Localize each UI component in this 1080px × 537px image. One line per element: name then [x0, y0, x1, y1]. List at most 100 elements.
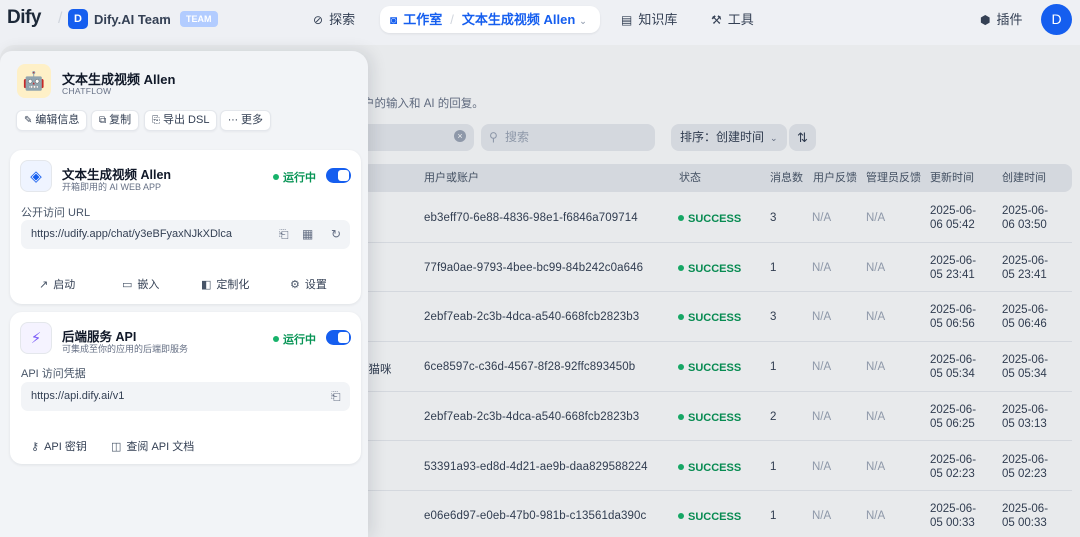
sort-direction-button[interactable]: ⇅	[789, 124, 816, 151]
launch-label: 启动	[53, 279, 76, 291]
status-text: SUCCESS	[688, 312, 742, 325]
message-count-cell: 3	[770, 311, 777, 324]
created-time: 05 00:33	[1002, 517, 1047, 530]
status-text: SUCCESS	[688, 461, 742, 474]
created-time: 05 06:46	[1002, 318, 1047, 331]
table-row[interactable]: eb3eff70-6e88-4836-98e1-f6846a709714 SUCC…	[362, 193, 1072, 243]
user-feedback-cell: N/A	[812, 212, 832, 224]
updated-time-cell: 2025-06- 06 05:42	[930, 204, 976, 232]
status-text: SUCCESS	[688, 411, 742, 424]
edit-info-button[interactable]: ✎ 编辑信息	[16, 110, 88, 131]
user-feedback-cell: N/A	[812, 311, 832, 324]
user-feedback-cell: N/A	[812, 361, 832, 374]
status-dot	[678, 364, 684, 371]
current-app-selector[interactable]: 文本生成视频 Allen	[462, 12, 575, 27]
clipboard-icon[interactable]: ⎗	[331, 382, 341, 411]
user-avatar[interactable]: D	[1041, 4, 1072, 35]
customize-button[interactable]: ◧ 定制化	[201, 276, 249, 292]
public-url-field[interactable]: https://udify.app/chat/y3eBFyaxNJkXDlca …	[21, 220, 350, 249]
admin-feedback-cell: N/A	[866, 311, 886, 324]
ellipsis-icon: ⋯	[228, 115, 238, 126]
created-time: 05 03:13	[1002, 417, 1047, 430]
status-dot	[678, 314, 684, 321]
created-time-cell: 2025-06- 05 03:13	[1002, 403, 1048, 431]
api-credentials-label: API 访问凭据	[21, 368, 86, 380]
more-button[interactable]: ⋯ 更多	[220, 110, 271, 131]
table-row[interactable]: 2ebf7eab-2c3b-4dca-a540-668fcb2823b3 SUCC…	[362, 292, 1072, 343]
updated-time-cell: 2025-06- 05 00:33	[930, 502, 976, 530]
updated-date: 2025-06-	[930, 304, 977, 317]
table-row[interactable]: 2ebf7eab-2c3b-4dca-a540-668fcb2823b3 SUCC…	[362, 392, 1072, 442]
nav-plugins[interactable]: ⬢ 插件	[980, 6, 1023, 33]
cube-icon: ◈	[20, 160, 52, 192]
duplicate-button[interactable]: ⧉ 复制	[91, 110, 140, 131]
settings-button[interactable]: ⚙ 设置	[290, 276, 327, 292]
export-dsl-label: 导出 DSL	[163, 114, 210, 126]
api-docs-label: 查阅 API 文档	[126, 441, 195, 453]
updated-time: 05 06:25	[930, 417, 975, 430]
api-docs-button[interactable]: ◫ 查阅 API 文档	[111, 438, 194, 454]
user-id-cell: 77f9a0ae-9793-4bee-bc99-84b242c0a646	[424, 261, 644, 274]
message-count-cell: 1	[770, 460, 777, 473]
message-count-cell: 1	[770, 261, 777, 274]
status-cell: SUCCESS	[678, 312, 741, 324]
table-row[interactable]: e06e6d97-e0eb-47b0-981b-c13561da390c SUCC…	[362, 491, 1072, 537]
sort-select[interactable]: 排序：创建时间 ⌄	[671, 124, 787, 151]
workspace-avatar[interactable]: D	[68, 9, 88, 29]
table-row[interactable]: F的猫咪 6ce8597c-c36d-4567-8f28-92ffc893450b…	[350, 342, 1072, 392]
export-dsl-button[interactable]: ⎘ 导出 DSL	[144, 110, 218, 131]
refresh-icon[interactable]: ↻	[331, 220, 341, 249]
nav-studio[interactable]: ◙ 工作室 / 文本生成视频 Allen ⌄	[380, 6, 600, 33]
nav-explore-label: 探索	[329, 12, 356, 27]
admin-feedback-cell: N/A	[866, 361, 886, 374]
book-open-icon: ◫	[111, 441, 122, 453]
user-id-cell: 6ce8597c-c36d-4567-8f28-92ffc893450b	[424, 361, 636, 374]
updated-time-cell: 2025-06- 05 05:34	[930, 353, 976, 381]
clipboard-icon[interactable]: ⎗	[279, 220, 289, 249]
sort-label: 排序：	[680, 130, 717, 144]
created-time-cell: 2025-06- 05 06:46	[1002, 303, 1048, 331]
status-cell: SUCCESS	[678, 462, 741, 474]
api-toggle[interactable]	[326, 330, 351, 345]
dify-logo[interactable]: Dify	[7, 7, 41, 29]
webapp-card-desc: 开箱即用的 AI WEB APP	[62, 182, 162, 192]
status-dot	[678, 463, 684, 470]
table-row[interactable]: 53391a93-ed8d-4d21-ae9b-daa829588224 SUCC…	[362, 442, 1072, 492]
user-id-cell: 2ebf7eab-2c3b-4dca-a540-668fcb2823b3	[424, 311, 640, 324]
nav-studio-label[interactable]: 工作室	[403, 12, 442, 27]
column-header: 消息数	[770, 172, 803, 184]
admin-feedback-cell: N/A	[866, 460, 886, 473]
divider: /	[450, 12, 454, 27]
created-date: 2025-06-	[1002, 453, 1049, 466]
sort-value: 创建时间	[716, 130, 765, 144]
updated-date: 2025-06-	[930, 205, 977, 217]
created-date: 2025-06-	[1002, 354, 1049, 367]
nav-tools[interactable]: ⚒ 工具	[711, 6, 754, 33]
created-time: 05 05:34	[1002, 368, 1047, 381]
table-row[interactable]: 77f9a0ae-9793-4bee-bc99-84b242c0a646 SUCC…	[362, 243, 1072, 293]
period-filter[interactable]: 部 ×	[348, 124, 474, 151]
updated-date: 2025-06-	[930, 403, 977, 416]
nav-explore[interactable]: ⊘ 探索	[313, 6, 355, 33]
api-key-button[interactable]: ⚷ API 密钥	[31, 438, 87, 454]
toggle-knob	[338, 332, 349, 343]
updated-time: 06 05:42	[930, 219, 975, 231]
nav-knowledge[interactable]: ▤ 知识库	[621, 6, 677, 33]
workspace-name[interactable]: Dify.AI Team	[94, 12, 171, 27]
api-key-label: API 密钥	[44, 441, 87, 453]
status-cell: SUCCESS	[678, 213, 741, 225]
column-header: 用户反馈	[813, 172, 857, 184]
qrcode-icon[interactable]: ▦	[302, 220, 313, 249]
clear-icon[interactable]: ×	[454, 130, 466, 142]
webapp-toggle[interactable]	[326, 168, 351, 183]
search-input[interactable]: ⚲ 搜索	[481, 124, 655, 151]
team-badge: TEAM	[180, 11, 218, 27]
api-endpoint-field[interactable]: https://api.dify.ai/v1 ⎗	[21, 382, 350, 411]
launch-button[interactable]: ↗ 启动	[39, 276, 75, 292]
created-time: 05 23:41	[1002, 268, 1047, 281]
chevron-down-icon[interactable]: ⌄	[579, 16, 587, 26]
chevron-down-icon[interactable]: ⌄	[163, 11, 171, 22]
embed-button[interactable]: ▭ 嵌入	[122, 276, 159, 292]
api-icon: ⚡	[20, 322, 52, 354]
webapp-card: ◈ 文本生成视频 Allen 开箱即用的 AI WEB APP 运行中 公开访问…	[10, 150, 361, 304]
